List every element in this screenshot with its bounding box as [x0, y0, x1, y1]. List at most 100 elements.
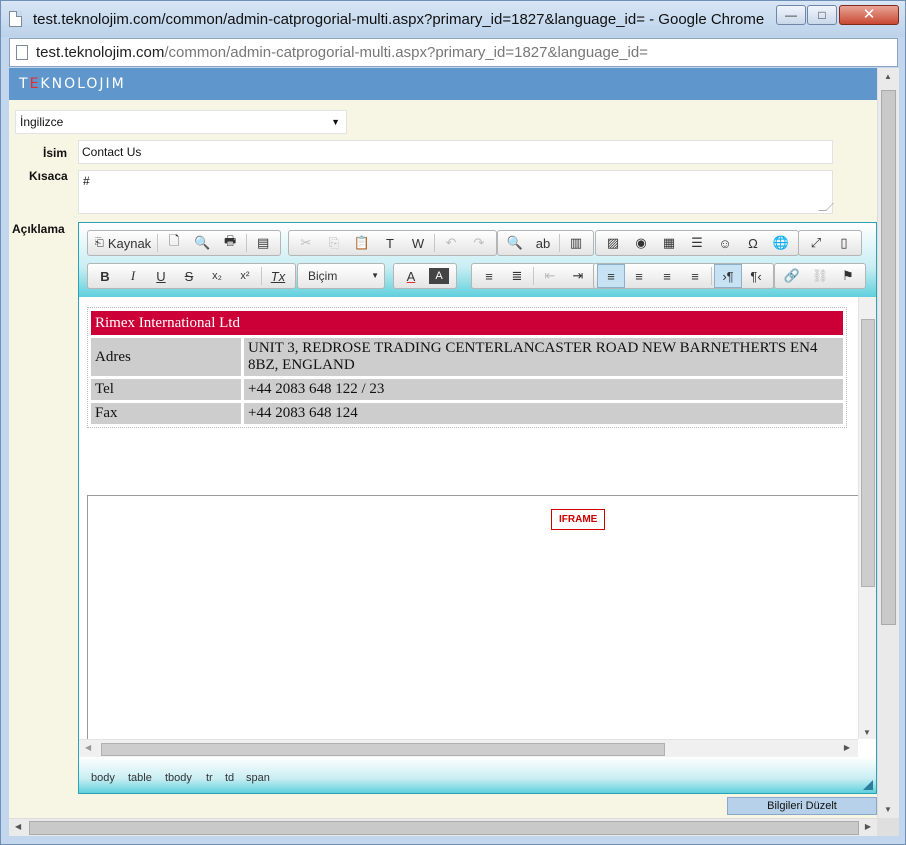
text-direction-rtl-icon[interactable]: ¶‹ [742, 264, 770, 288]
language-select[interactable]: İngilizce ▼ [15, 110, 347, 134]
scrollbar-thumb[interactable] [861, 319, 875, 587]
table-cell-key[interactable]: Adres [91, 338, 241, 376]
templates-icon[interactable]: ▤ [249, 231, 277, 255]
tools-toolbar-group: ⤢ ▯ [798, 230, 862, 256]
cut-icon[interactable]: ✂ [292, 231, 320, 255]
show-blocks-icon[interactable]: ▯ [830, 231, 858, 255]
preview-icon[interactable]: 🔍 [188, 231, 216, 255]
isim-label: İsim [43, 146, 68, 160]
path-item-tr[interactable]: tr [206, 772, 213, 784]
format-combo[interactable]: Biçim ▼ [297, 263, 385, 289]
text-color-icon[interactable]: A [397, 264, 425, 288]
page-vertical-scrollbar[interactable]: ▲ ▼ [877, 68, 899, 818]
table-cell-value[interactable]: +44 2083 648 124 [244, 403, 843, 424]
outdent-icon[interactable]: ⇤ [536, 264, 564, 288]
table-cell-key[interactable]: Tel [91, 379, 241, 400]
bullet-list-icon[interactable]: ≣ [503, 264, 531, 288]
paste-icon[interactable]: 📋 [348, 231, 376, 255]
page-horizontal-scrollbar[interactable]: ◀ ▶ [9, 818, 877, 836]
iframe-badge[interactable]: IFRAME [551, 509, 606, 530]
url-text[interactable]: test.teknolojim.com/common/admin-catprog… [36, 44, 648, 61]
horizontal-line-icon[interactable]: ☰ [683, 231, 711, 255]
iframe-icon[interactable]: 🌐 [767, 231, 795, 255]
path-item-tbody[interactable]: tbody [165, 772, 192, 784]
path-item-td[interactable]: td [225, 772, 234, 784]
print-icon[interactable]: 🖶 [216, 231, 244, 255]
superscript-icon[interactable]: x² [231, 264, 259, 288]
scroll-right-icon[interactable]: ▶ [844, 743, 850, 752]
text-direction-ltr-icon[interactable]: ›¶ [714, 264, 742, 288]
special-char-icon[interactable]: Ω [739, 231, 767, 255]
scroll-left-icon[interactable]: ◀ [15, 822, 21, 831]
table-icon[interactable]: ▦ [655, 231, 683, 255]
iframe-placeholder[interactable] [87, 495, 858, 739]
link-icon[interactable]: 🔗 [778, 264, 806, 288]
flash-icon[interactable]: ◉ [627, 231, 655, 255]
table-row: Fax +44 2083 648 124 [91, 403, 843, 424]
image-icon[interactable]: ▨ [599, 231, 627, 255]
scroll-left-icon[interactable]: ◀ [85, 743, 91, 752]
italic-icon[interactable]: I [119, 264, 147, 288]
table-cell-key[interactable]: Fax [91, 403, 241, 424]
bold-icon[interactable]: B [91, 264, 119, 288]
table-cell-value[interactable]: +44 2083 648 122 / 23 [244, 379, 843, 400]
path-item-body[interactable]: body [91, 772, 115, 784]
align-left-icon[interactable]: ≡ [597, 264, 625, 288]
smiley-icon[interactable]: ☺ [711, 231, 739, 255]
scroll-down-icon[interactable]: ▼ [884, 805, 892, 814]
paste-text-icon[interactable]: T [376, 231, 404, 255]
resize-grip-icon[interactable] [818, 203, 834, 211]
align-toolbar-group: ≡ ≡ ≡ ≡ ›¶ ¶‹ [593, 263, 774, 289]
scroll-down-icon[interactable]: ▼ [863, 728, 871, 737]
table-cell-value[interactable]: UNIT 3, REDROSE TRADING CENTERLANCASTER … [244, 338, 843, 376]
table-header-cell[interactable]: Rimex International Ltd [91, 311, 843, 335]
find-icon[interactable]: 🔍 [501, 231, 529, 255]
close-button[interactable]: ✕ [839, 5, 899, 25]
path-item-table[interactable]: table [128, 772, 152, 784]
new-page-icon[interactable]: 🗋 [160, 231, 188, 255]
source-button[interactable]: ⎗ Kaynak [91, 231, 155, 255]
chevron-down-icon: ▼ [371, 271, 379, 280]
underline-icon[interactable]: U [147, 264, 175, 288]
minimize-button[interactable]: — [776, 5, 806, 25]
strikethrough-icon[interactable]: S [175, 264, 203, 288]
editor-toolbar: ⎗ Kaynak 🗋 🔍 🖶 ▤ ✂ ⎘ 📋 T W ↶ ↷ 🔍 ab ▥ ▨ … [79, 223, 876, 297]
editor-content[interactable]: Rimex International Ltd Adres UNIT 3, RE… [79, 297, 858, 739]
maximize-icon[interactable]: ⤢ [802, 231, 830, 255]
kisaca-textarea[interactable]: # [78, 170, 834, 214]
align-center-icon[interactable]: ≡ [625, 264, 653, 288]
element-path-bar: body table tbody tr td span [79, 757, 876, 793]
resize-grip-icon[interactable] [863, 780, 873, 790]
scrollbar-thumb[interactable] [101, 743, 665, 756]
maximize-button[interactable]: □ [807, 5, 837, 25]
copy-icon[interactable]: ⎘ [320, 231, 348, 255]
table-header-row: Rimex International Ltd [91, 311, 843, 335]
anchor-icon[interactable]: ⚑ [834, 264, 862, 288]
select-all-icon[interactable]: ▥ [562, 231, 590, 255]
undo-icon[interactable]: ↶ [437, 231, 465, 255]
editor-horizontal-scrollbar[interactable]: ◀ ▶ [79, 739, 858, 757]
scrollbar-thumb[interactable] [29, 821, 859, 835]
remove-format-icon[interactable]: Tx [264, 264, 292, 288]
table-row: Tel +44 2083 648 122 / 23 [91, 379, 843, 400]
title-bar[interactable]: test.teknolojim.com/common/admin-catprog… [1, 1, 905, 37]
address-bar[interactable]: test.teknolojim.com/common/admin-catprog… [9, 38, 898, 67]
scroll-right-icon[interactable]: ▶ [865, 822, 871, 831]
editor-vertical-scrollbar[interactable]: ▼ [858, 297, 876, 739]
save-button[interactable]: Bilgileri Düzelt [727, 797, 877, 815]
redo-icon[interactable]: ↷ [465, 231, 493, 255]
align-right-icon[interactable]: ≡ [653, 264, 681, 288]
paste-word-icon[interactable]: W [404, 231, 432, 255]
background-color-icon[interactable]: A [429, 268, 449, 284]
isim-input[interactable]: Contact Us [78, 140, 833, 164]
subscript-icon[interactable]: x₂ [203, 264, 231, 288]
indent-icon[interactable]: ⇥ [564, 264, 592, 288]
path-item-span[interactable]: span [246, 772, 270, 784]
replace-icon[interactable]: ab [529, 231, 557, 255]
url-path: /common/admin-catprogorial-multi.aspx?pr… [164, 44, 648, 61]
unlink-icon[interactable]: ⛓ [806, 264, 834, 288]
scroll-up-icon[interactable]: ▲ [884, 72, 892, 81]
justify-icon[interactable]: ≡ [681, 264, 709, 288]
numbered-list-icon[interactable]: ≡ [475, 264, 503, 288]
scrollbar-thumb[interactable] [881, 90, 896, 625]
